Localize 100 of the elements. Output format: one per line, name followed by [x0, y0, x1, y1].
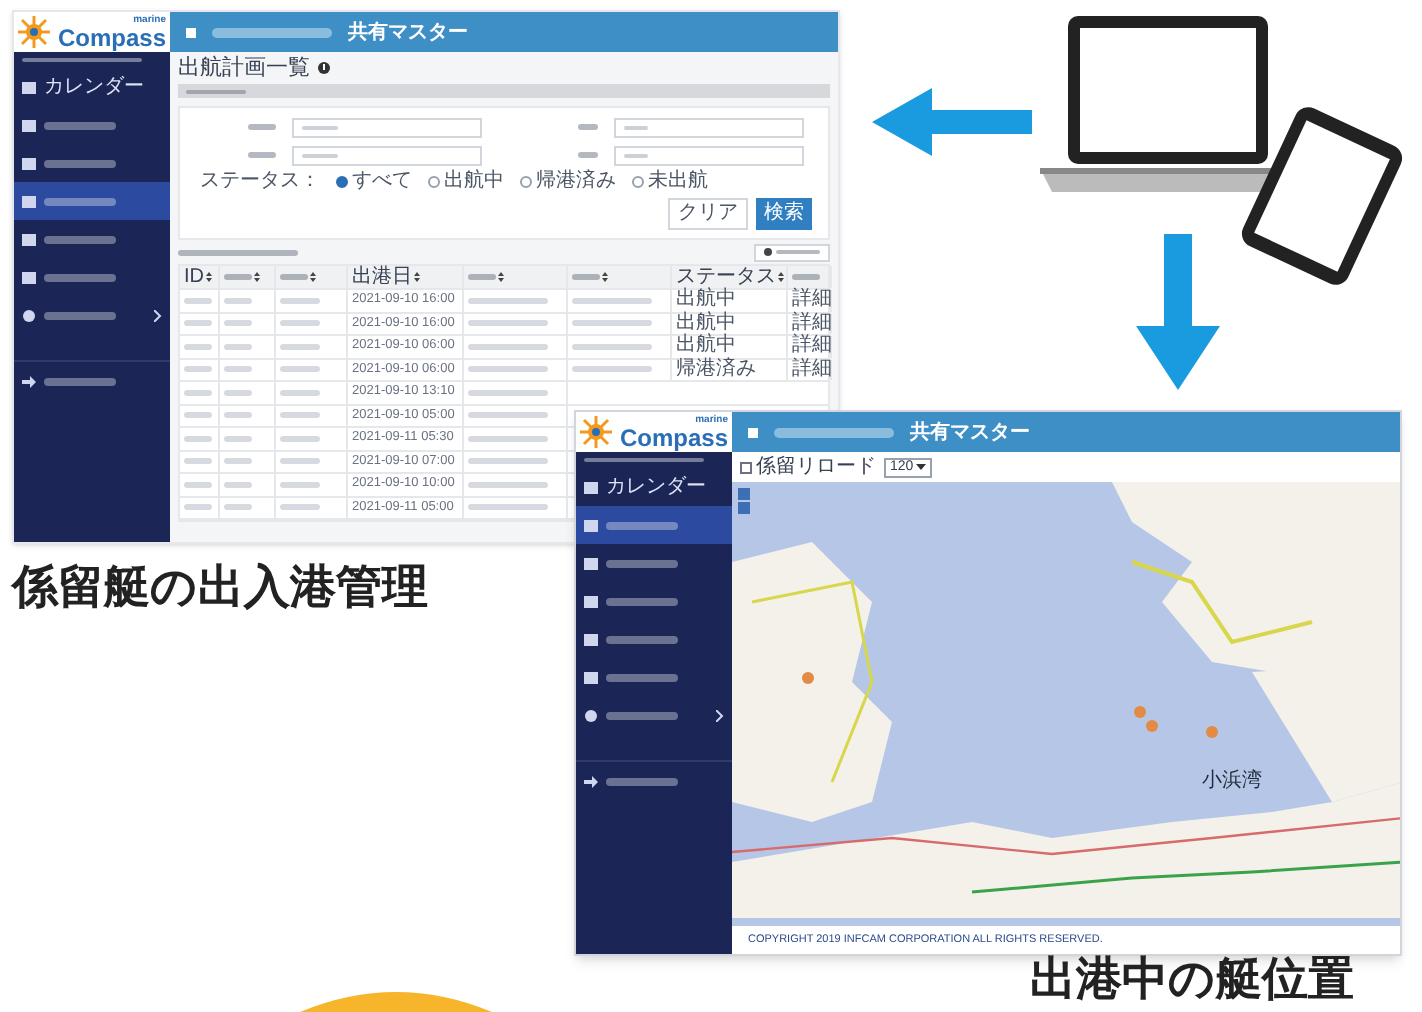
status-label: ステータス：	[198, 172, 320, 192]
header-title: 共有マスター	[348, 19, 468, 47]
blurred-text	[606, 559, 678, 567]
blurred-text	[184, 320, 212, 327]
arrow-down-icon	[1136, 234, 1220, 390]
blurred-text	[184, 481, 212, 488]
blurred-text	[44, 197, 116, 205]
menu-item-icon	[22, 269, 36, 285]
caption: 係留艇の出入港管理	[12, 564, 428, 610]
blurred-text	[224, 274, 252, 280]
blurred-text	[248, 124, 276, 130]
blurred-text	[578, 152, 598, 158]
print-button[interactable]	[754, 243, 830, 261]
blurred-text	[280, 481, 320, 488]
status-cell: 出航中	[676, 290, 736, 311]
column-header[interactable]: ステータス	[676, 267, 776, 287]
arrow-left-icon	[872, 88, 1032, 156]
blurred-text	[468, 320, 548, 327]
sidebar-item[interactable]	[576, 506, 732, 544]
blurred-text	[606, 597, 678, 605]
blurred-text	[184, 412, 212, 419]
blurred-text	[606, 673, 678, 681]
blurred-text	[178, 249, 298, 255]
chevron-right-icon	[716, 709, 724, 721]
menu-item-icon	[584, 631, 598, 647]
status-radio[interactable]: 帰港済み	[520, 172, 616, 192]
sidebar-item[interactable]: カレンダー	[576, 468, 732, 506]
blurred-text	[606, 777, 678, 785]
status-cell: 出航中	[676, 313, 736, 334]
detail-link[interactable]: 詳細	[792, 359, 832, 380]
blurred-text	[468, 435, 548, 442]
blurred-text	[184, 343, 212, 350]
blurred-text	[44, 311, 116, 319]
blurred-text	[572, 297, 652, 304]
blurred-text	[224, 297, 252, 304]
logo-name: Compass	[57, 25, 167, 49]
detail-link[interactable]: 詳細	[792, 336, 832, 357]
search-button[interactable]: 検索	[756, 198, 812, 230]
status-radio[interactable]: すべて	[336, 172, 412, 192]
sidebar-item[interactable]: カレンダー	[14, 68, 170, 106]
status-radio[interactable]: 出航中	[428, 172, 504, 192]
blurred-text	[468, 366, 548, 373]
menu-item-icon	[22, 193, 36, 209]
blurred-text	[280, 412, 320, 419]
blurred-text	[572, 320, 652, 327]
menu-item-icon	[22, 307, 36, 323]
blurred-text	[184, 366, 212, 373]
sort-icon	[778, 272, 784, 282]
blurred-text	[44, 235, 116, 243]
blurred-text	[468, 458, 548, 465]
detail-link[interactable]: 詳細	[792, 313, 832, 334]
blurred-text	[280, 458, 320, 465]
blurred-text	[468, 504, 548, 511]
column-header[interactable]: ID	[184, 267, 204, 287]
sidebar-item[interactable]	[14, 182, 170, 220]
blurred-text	[774, 427, 894, 437]
blurred-text	[224, 412, 252, 419]
blurred-text	[280, 389, 320, 396]
clear-button[interactable]: クリア	[668, 198, 748, 230]
blurred-text	[44, 273, 116, 281]
sort-icon	[206, 272, 212, 282]
map-label: 小浜湾	[1202, 772, 1262, 792]
blurred-text	[468, 343, 548, 350]
blurred-text	[572, 274, 600, 280]
blurred-text	[280, 366, 320, 373]
menu-item-icon	[584, 555, 598, 571]
blurred-text	[224, 458, 252, 465]
blurred-text	[578, 124, 598, 130]
blurred-text	[212, 27, 332, 37]
blurred-text	[224, 366, 252, 373]
blurred-text	[468, 481, 548, 488]
blurred-text	[184, 435, 212, 442]
input-field[interactable]	[292, 145, 482, 165]
column-header[interactable]: 出港日	[352, 267, 412, 287]
blurred-text	[280, 343, 320, 350]
blurred-text	[468, 274, 496, 280]
circle-icon	[764, 248, 772, 256]
caption: 出港中の艇位置	[1030, 956, 1354, 1002]
blurred-text	[184, 458, 212, 465]
blurred-text	[468, 297, 548, 304]
menu-item-icon	[22, 117, 36, 133]
page-title: 出航計画一覧	[178, 57, 310, 79]
blurred-text	[184, 504, 212, 511]
blurred-text	[280, 297, 320, 304]
sort-icon	[310, 272, 316, 282]
logo-name: Compass	[619, 425, 729, 449]
reload-checkbox[interactable]: 係留リロード	[740, 457, 876, 477]
blurred-text	[224, 481, 252, 488]
blurred-text	[44, 377, 116, 385]
menu-item-icon	[22, 155, 36, 171]
input-field[interactable]	[292, 117, 482, 137]
blurred-text	[280, 435, 320, 442]
detail-link[interactable]: 詳細	[792, 290, 832, 311]
blurred-text	[224, 389, 252, 396]
menu-item-icon	[584, 707, 598, 723]
status-radio[interactable]: 未出航	[632, 172, 708, 192]
input-field[interactable]	[614, 117, 804, 137]
blurred-text	[572, 366, 652, 373]
input-field[interactable]	[614, 145, 804, 165]
blurred-text	[606, 635, 678, 643]
